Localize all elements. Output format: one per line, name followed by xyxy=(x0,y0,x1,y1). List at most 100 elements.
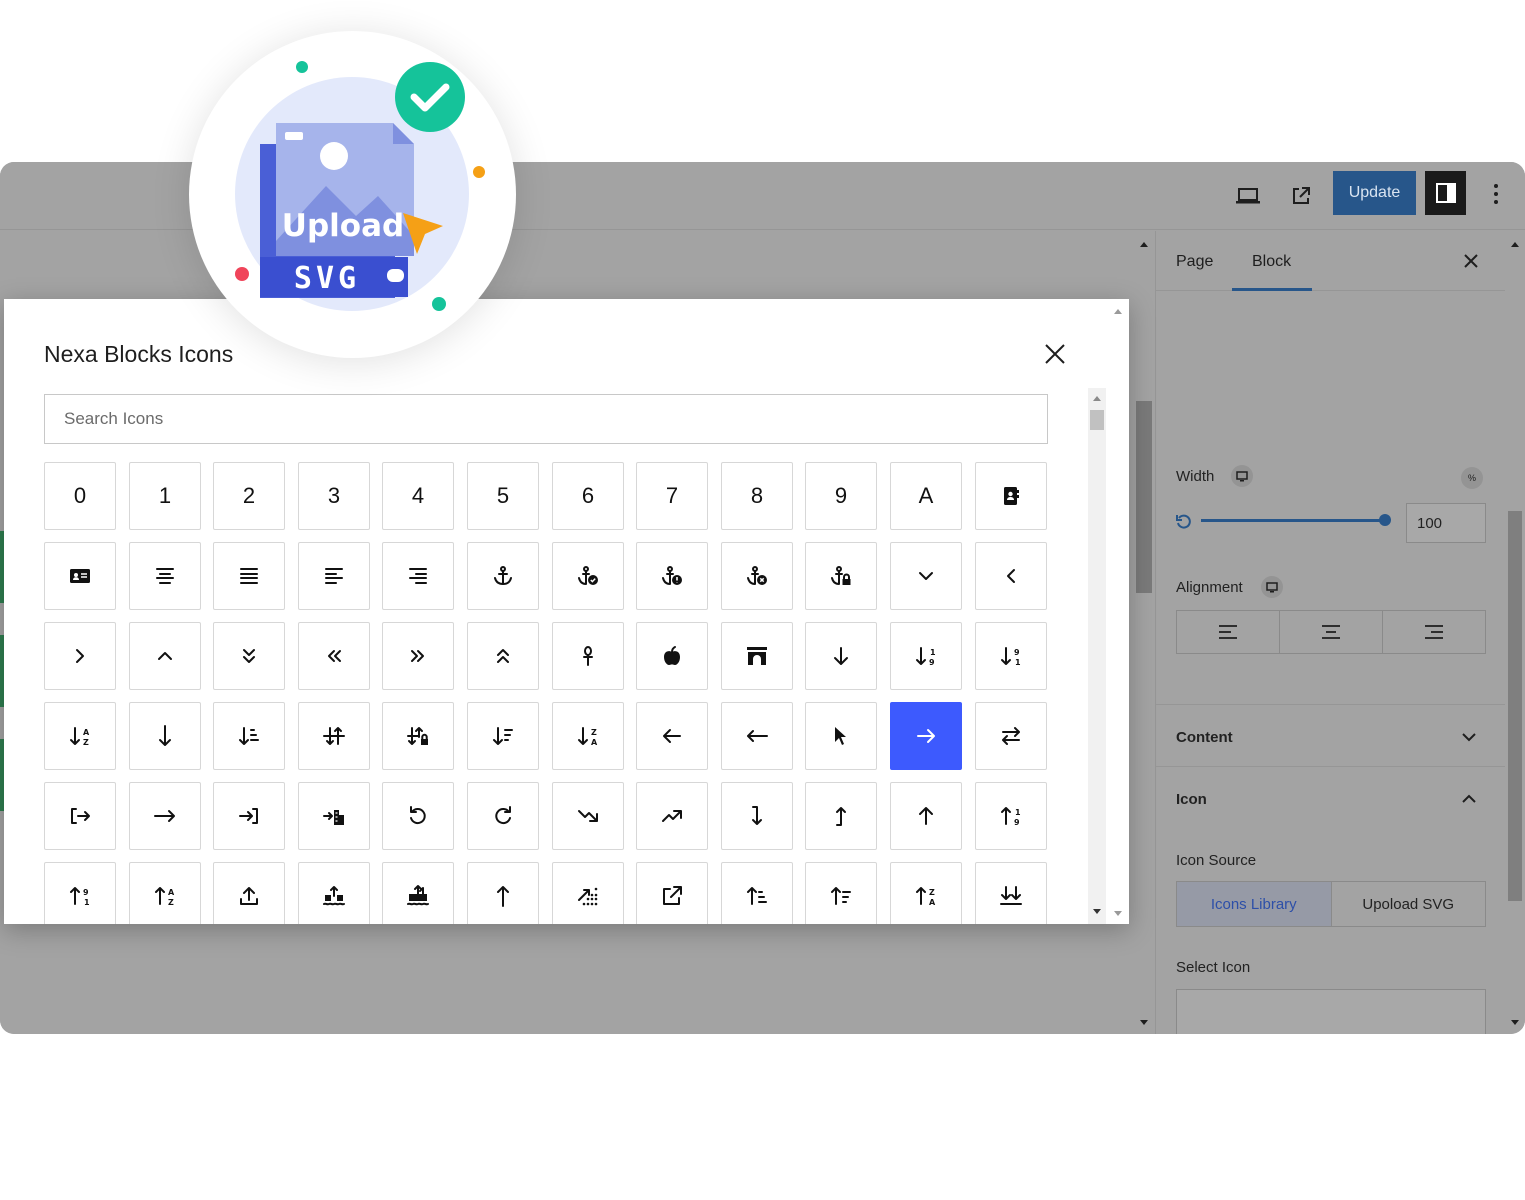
update-button[interactable]: Update xyxy=(1333,171,1416,215)
icon-option[interactable] xyxy=(721,622,793,690)
canvas-scrollbar[interactable] xyxy=(1133,231,1155,1034)
width-number-input[interactable]: 100 xyxy=(1406,503,1486,543)
icon-option[interactable] xyxy=(298,702,370,770)
icon-option[interactable] xyxy=(213,862,285,924)
desktop-preview-icon[interactable] xyxy=(1230,178,1266,214)
scroll-thumb[interactable] xyxy=(1090,410,1104,430)
icon-option[interactable]: ZA xyxy=(890,862,962,924)
icon-option[interactable]: 0 xyxy=(44,462,116,530)
icon-option[interactable]: A xyxy=(890,462,962,530)
icon-option[interactable] xyxy=(298,862,370,924)
icons-library-button[interactable]: Icons Library xyxy=(1177,882,1332,926)
icon-option[interactable] xyxy=(890,542,962,610)
icon-panel-title[interactable]: Icon xyxy=(1176,791,1207,808)
align-left-button[interactable] xyxy=(1177,611,1280,653)
icon-option[interactable] xyxy=(382,862,454,924)
icon-option[interactable] xyxy=(467,622,539,690)
icon-option[interactable]: AZ xyxy=(129,862,201,924)
icon-option[interactable] xyxy=(636,782,708,850)
icon-option[interactable]: 6 xyxy=(552,462,624,530)
icon-option[interactable] xyxy=(552,542,624,610)
scroll-down-icon[interactable] xyxy=(1088,906,1106,918)
icon-option[interactable] xyxy=(213,782,285,850)
icon-option[interactable] xyxy=(467,782,539,850)
icon-option[interactable] xyxy=(636,622,708,690)
icon-option[interactable]: 1 xyxy=(129,462,201,530)
tab-block[interactable]: Block xyxy=(1252,253,1291,271)
width-slider-track[interactable] xyxy=(1201,519,1385,522)
icon-option[interactable] xyxy=(467,862,539,924)
icon-option[interactable]: 7 xyxy=(636,462,708,530)
icon-option[interactable] xyxy=(298,622,370,690)
icon-option[interactable] xyxy=(44,542,116,610)
icon-option[interactable] xyxy=(805,542,877,610)
width-slider-handle[interactable] xyxy=(1379,514,1391,526)
icon-option[interactable] xyxy=(805,702,877,770)
icon-option[interactable] xyxy=(382,782,454,850)
icon-option[interactable] xyxy=(44,622,116,690)
unit-toggle[interactable]: % xyxy=(1461,467,1483,489)
icon-option[interactable] xyxy=(805,782,877,850)
icon-option[interactable] xyxy=(636,702,708,770)
icon-option[interactable]: 3 xyxy=(298,462,370,530)
search-input[interactable] xyxy=(44,394,1048,444)
icon-option[interactable] xyxy=(213,702,285,770)
icon-option[interactable]: 8 xyxy=(721,462,793,530)
tab-page[interactable]: Page xyxy=(1176,253,1213,271)
responsive-device-icon[interactable] xyxy=(1231,465,1253,487)
icon-option[interactable] xyxy=(890,782,962,850)
sidebar-scrollbar[interactable] xyxy=(1505,231,1525,1034)
chevron-up-icon[interactable] xyxy=(1459,789,1479,809)
responsive-device-icon[interactable] xyxy=(1261,576,1283,598)
upload-svg-button[interactable]: Upoload SVG xyxy=(1332,882,1486,926)
icon-option[interactable] xyxy=(721,862,793,924)
icon-option[interactable] xyxy=(298,782,370,850)
icon-option[interactable] xyxy=(129,542,201,610)
scroll-up-icon[interactable] xyxy=(1505,237,1525,251)
close-icon[interactable] xyxy=(1459,249,1483,273)
icon-option[interactable] xyxy=(467,542,539,610)
icon-option[interactable] xyxy=(890,702,962,770)
icon-option[interactable]: AZ xyxy=(44,702,116,770)
icon-option[interactable]: 91 xyxy=(44,862,116,924)
icon-option[interactable]: 91 xyxy=(975,622,1047,690)
icon-option[interactable] xyxy=(636,862,708,924)
icon-option[interactable]: 19 xyxy=(890,622,962,690)
icon-option[interactable] xyxy=(298,542,370,610)
scroll-down-icon[interactable] xyxy=(1505,1016,1525,1030)
close-icon[interactable] xyxy=(1040,339,1070,369)
scroll-up-icon[interactable] xyxy=(1088,392,1106,404)
icon-option[interactable] xyxy=(213,622,285,690)
scroll-down-icon[interactable] xyxy=(1133,1016,1155,1030)
icon-option[interactable]: 2 xyxy=(213,462,285,530)
scroll-up-icon[interactable] xyxy=(1133,237,1155,251)
scroll-up-icon[interactable] xyxy=(1108,305,1129,317)
scroll-down-icon[interactable] xyxy=(1108,908,1129,920)
icon-option[interactable] xyxy=(975,542,1047,610)
more-options-icon[interactable] xyxy=(1480,176,1512,212)
icon-option[interactable] xyxy=(129,702,201,770)
icon-option[interactable] xyxy=(213,542,285,610)
reset-icon[interactable] xyxy=(1175,513,1191,529)
align-right-button[interactable] xyxy=(1383,611,1485,653)
icon-option[interactable] xyxy=(636,542,708,610)
scroll-thumb[interactable] xyxy=(1136,401,1152,593)
icon-option[interactable] xyxy=(467,702,539,770)
icon-option[interactable]: 19 xyxy=(975,782,1047,850)
icon-option[interactable] xyxy=(552,622,624,690)
icon-option[interactable] xyxy=(805,622,877,690)
icon-option[interactable] xyxy=(552,862,624,924)
icon-option[interactable] xyxy=(129,622,201,690)
icon-option[interactable] xyxy=(975,462,1047,530)
icon-option[interactable]: 5 xyxy=(467,462,539,530)
icon-option[interactable] xyxy=(382,702,454,770)
icon-option[interactable]: 4 xyxy=(382,462,454,530)
content-panel-toggle[interactable]: Content xyxy=(1156,704,1506,766)
icon-option[interactable] xyxy=(721,542,793,610)
modal-scrollbar[interactable] xyxy=(1108,299,1129,924)
icon-option[interactable] xyxy=(975,862,1047,924)
icon-option[interactable] xyxy=(975,702,1047,770)
selected-icon-preview[interactable] xyxy=(1176,989,1486,1034)
icon-option[interactable] xyxy=(721,702,793,770)
icon-option[interactable]: 9 xyxy=(805,462,877,530)
